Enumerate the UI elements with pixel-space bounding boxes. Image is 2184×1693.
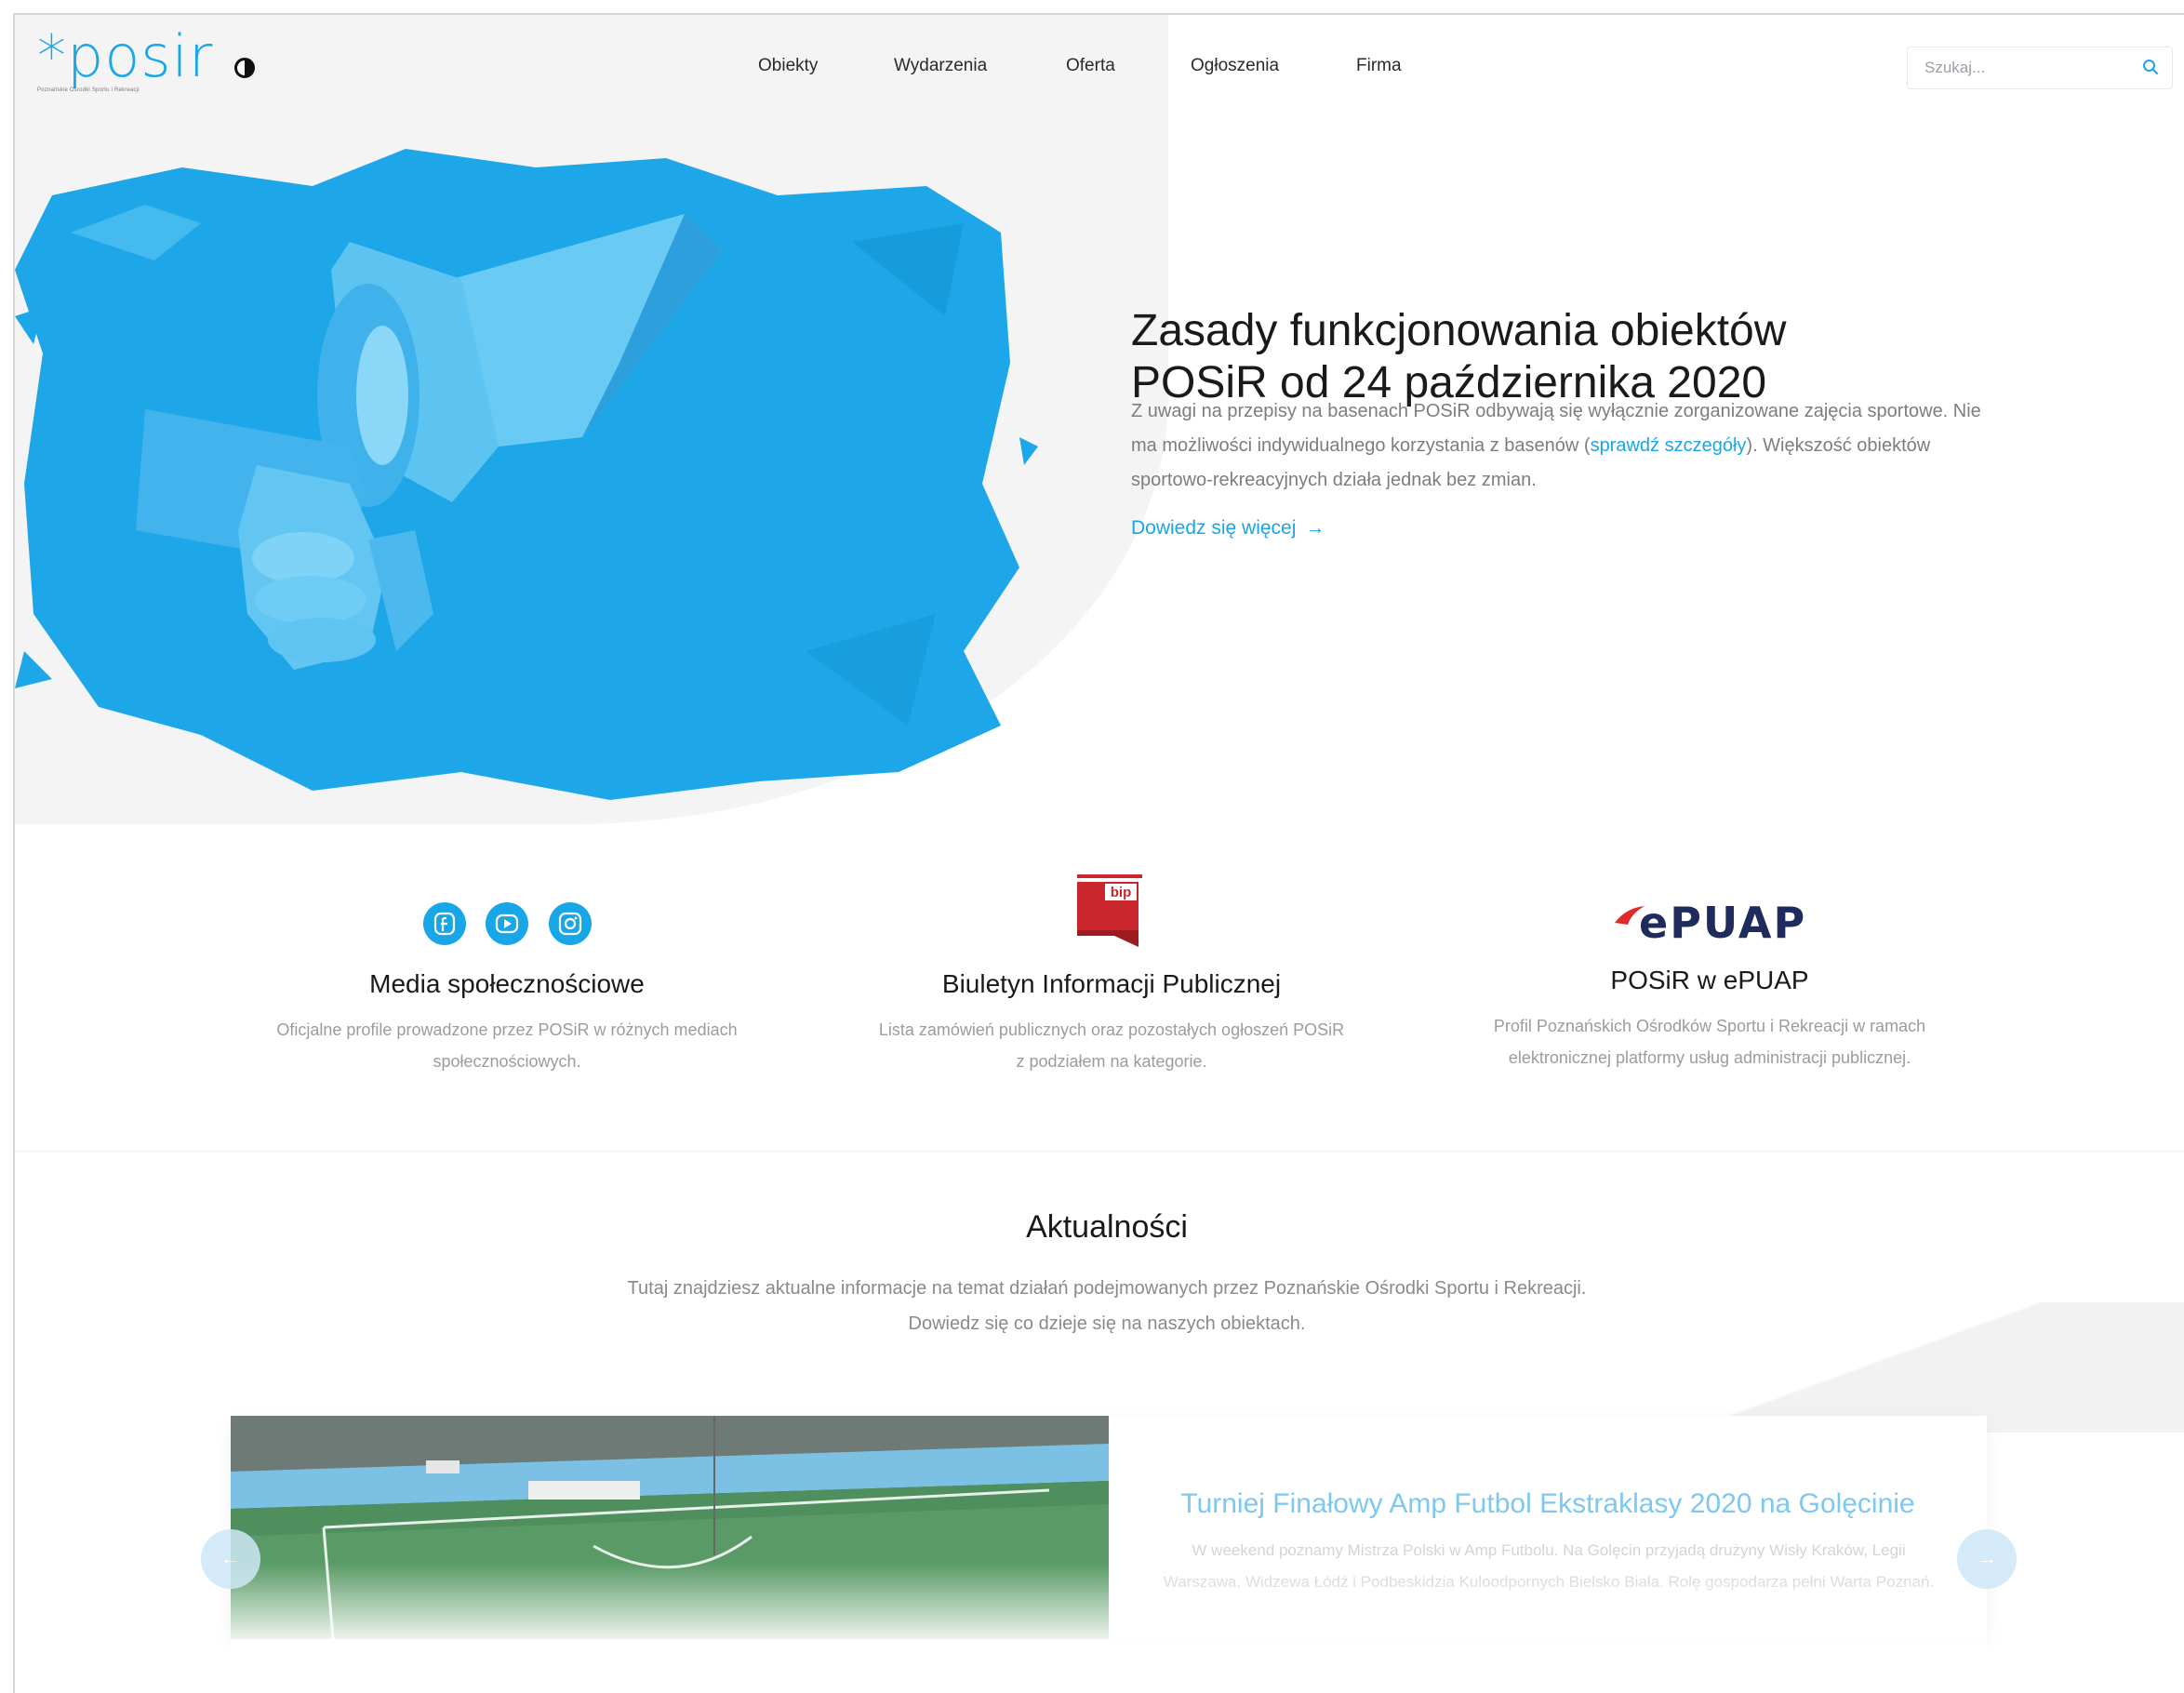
carousel-prev-button[interactable]: ← (201, 1529, 260, 1589)
arrow-right-icon: → (1977, 1546, 1997, 1569)
feature-title: Biuletyn Informacji Publicznej (941, 969, 1282, 998)
news-subtitle: Tutaj znajdziesz aktualne informacje na … (627, 1278, 1587, 1334)
youtube-icon[interactable] (486, 902, 528, 945)
feature-social-media[interactable]: Media społecznościowe Oficjalne profile … (223, 969, 791, 1077)
hero-title-line1: Zasady funkcjonowania obiektów (1131, 306, 1787, 356)
nav-item-obiekty[interactable]: Obiekty (758, 56, 818, 76)
section-divider (15, 1151, 2184, 1152)
search-icon[interactable] (2142, 59, 2159, 75)
logo-wordmark: *posir (37, 22, 214, 90)
news-card-title[interactable]: Turniej Finałowy Amp Futbol Ekstraklasy … (1109, 1488, 1987, 1520)
facebook-icon[interactable] (423, 902, 466, 945)
nav-item-oferta[interactable]: Oferta (1066, 56, 1115, 76)
feature-description: Lista zamówień publicznych oraz pozostał… (878, 1020, 1345, 1071)
arrow-left-icon: ← (220, 1546, 241, 1569)
feature-bip[interactable]: Biuletyn Informacji Publicznej Lista zam… (819, 969, 1405, 1077)
feature-description: Oficjalne profile prowadzone przez POSiR… (276, 1020, 738, 1071)
arrow-right-icon: → (1305, 517, 1325, 539)
feature-title: Media społecznościowe (369, 969, 645, 998)
bottom-fade-overlay (231, 1563, 1987, 1665)
hero-megaphone-illustration (15, 149, 1038, 800)
details-link[interactable]: sprawdź szczegóły (1591, 435, 1747, 456)
learn-more-label: Dowiedz się więcej (1131, 517, 1297, 539)
epuap-logo-text: ePUAP (1639, 898, 1806, 945)
nav-item-wydarzenia[interactable]: Wydarzenia (894, 56, 987, 76)
instagram-icon[interactable] (549, 902, 592, 945)
carousel-next-button[interactable]: → (1957, 1529, 2017, 1589)
epuap-logo[interactable]: ePUAP (1613, 893, 1827, 945)
nav-item-ogloszenia[interactable]: Ogłoszenia (1191, 56, 1279, 76)
learn-more-link[interactable]: Dowiedz się więcej → (1131, 517, 1325, 540)
contrast-toggle-icon[interactable] (234, 58, 255, 78)
feature-title: POSiR w ePUAP (1610, 966, 1809, 994)
bip-logo[interactable]: bip (1077, 874, 1142, 951)
nav-item-firma[interactable]: Firma (1356, 56, 1402, 76)
hero-description: Z uwagi na przepisy na basenach POSiR od… (1131, 394, 1996, 498)
feature-epuap[interactable]: POSiR w ePUAP Profil Poznańskich Ośrodkó… (1440, 966, 1979, 1073)
site-logo[interactable]: *posir Poznańskie Ośrodki Sportu i Rekre… (37, 22, 214, 94)
search-box (1907, 47, 2173, 89)
search-input[interactable] (1923, 47, 2131, 88)
news-heading: Aktualności (1026, 1209, 1188, 1245)
feature-description: Profil Poznańskich Ośrodków Sportu i Rek… (1493, 1017, 1926, 1067)
bip-logo-text: bip (1111, 885, 1132, 900)
